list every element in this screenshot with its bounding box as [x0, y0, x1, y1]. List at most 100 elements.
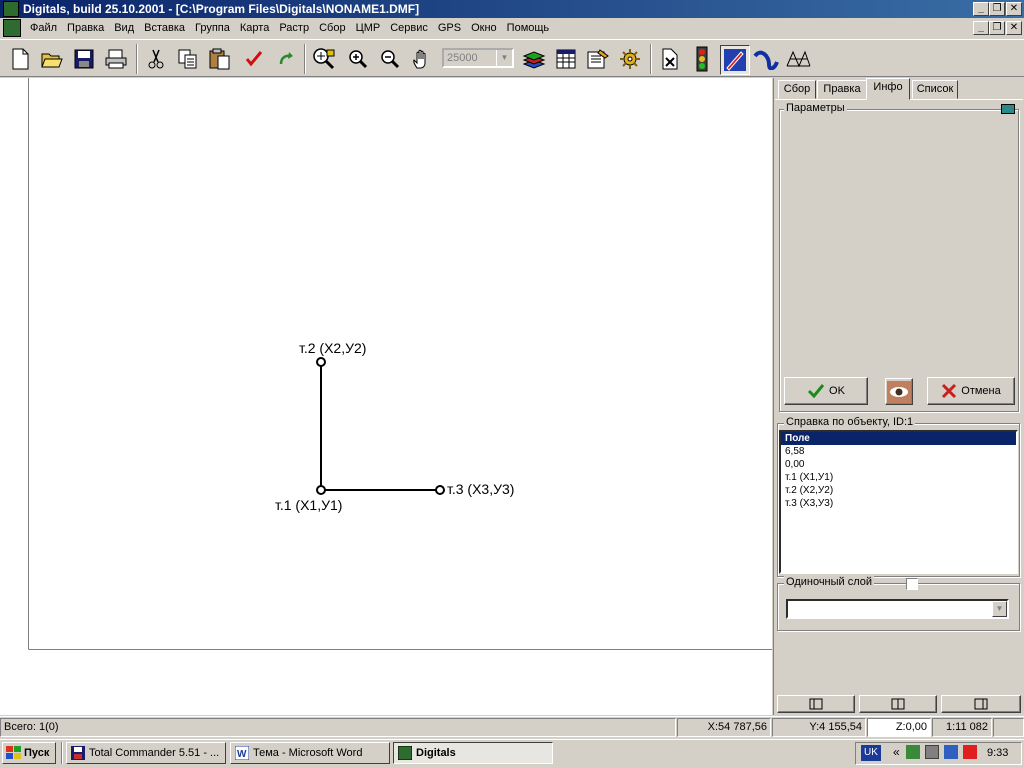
tray-monitor-icon[interactable] — [944, 745, 958, 759]
check-icon — [807, 384, 825, 399]
close-button[interactable]: ✕ — [1006, 2, 1022, 16]
redo-icon[interactable] — [272, 45, 300, 73]
list-item[interactable]: 0,00 — [781, 458, 1016, 471]
menu-file[interactable]: Файл — [25, 19, 62, 37]
eye-icon — [887, 380, 911, 403]
title-bar[interactable]: Digitals, build 25.10.2001 - [C:\Program… — [0, 0, 1024, 18]
tray-network-icon[interactable] — [906, 745, 920, 759]
mesh-icon[interactable] — [784, 45, 812, 73]
menu-service[interactable]: Сервис — [385, 19, 433, 37]
open-folder-icon[interactable] — [38, 45, 66, 73]
scale-select[interactable]: 25000 ▼ — [442, 48, 514, 68]
tab-collect[interactable]: Сбор — [778, 80, 816, 99]
list-item[interactable]: т.1 (X1,У1) — [781, 471, 1016, 484]
info-title: Справка по объекту, ID:1 — [784, 416, 916, 428]
traffic-light-icon[interactable] — [688, 45, 716, 73]
status-total: Всего: 1(0) — [0, 718, 676, 737]
task-label: Total Commander 5.51 - ... — [89, 747, 220, 759]
ok-button[interactable]: OK — [784, 377, 868, 405]
chevron-down-icon[interactable]: ▼ — [496, 50, 512, 66]
layout-right-button[interactable] — [941, 695, 1021, 713]
menu-view[interactable]: Вид — [109, 19, 139, 37]
vertex-p1[interactable] — [316, 485, 326, 495]
menu-edit[interactable]: Правка — [62, 19, 109, 37]
tray-antivirus-icon[interactable] — [963, 745, 977, 759]
menu-group[interactable]: Группа — [190, 19, 235, 37]
task-label: Digitals — [416, 747, 456, 759]
paste-icon[interactable] — [206, 45, 234, 73]
list-item[interactable]: т.3 (X3,У3) — [781, 497, 1016, 510]
scale-value: 25000 — [447, 52, 478, 64]
save-icon[interactable] — [70, 45, 98, 73]
cancel-x-icon — [942, 383, 957, 399]
calculator-icon[interactable] — [1001, 104, 1015, 114]
menu-gps[interactable]: GPS — [433, 19, 466, 37]
vertex-p3[interactable] — [435, 485, 445, 495]
cancel-button[interactable]: Отмена — [927, 377, 1015, 405]
list-item[interactable]: Поле — [781, 432, 1016, 445]
document-icon[interactable] — [3, 19, 21, 37]
new-file-icon[interactable] — [6, 45, 34, 73]
pan-hand-icon[interactable] — [408, 45, 436, 73]
start-button[interactable]: Пуск — [2, 742, 56, 764]
menu-raster[interactable]: Растр — [274, 19, 314, 37]
task-label: Тема - Microsoft Word — [253, 747, 363, 759]
map-frame — [28, 78, 772, 650]
layout-split-button[interactable] — [859, 695, 937, 713]
layers-icon[interactable] — [520, 45, 548, 73]
list-item[interactable]: т.2 (X2,У2) — [781, 484, 1016, 497]
object-info-list[interactable]: Поле 6,58 0,00 т.1 (X1,У1) т.2 (X2,У2) т… — [779, 430, 1018, 574]
polyline-object[interactable] — [320, 362, 440, 491]
doc-restore-button[interactable]: ❐ — [989, 21, 1005, 35]
tab-edit[interactable]: Правка — [817, 80, 867, 99]
list-item[interactable]: 6,58 — [781, 445, 1016, 458]
pen-tool-icon[interactable] — [720, 45, 750, 75]
chevron-down-icon[interactable]: ▼ — [992, 601, 1007, 617]
task-total-commander[interactable]: Total Commander 5.51 - ... — [66, 742, 226, 764]
zoom-out-icon[interactable] — [376, 45, 404, 73]
menu-map[interactable]: Карта — [235, 19, 274, 37]
single-layer-label: Одиночный слой — [784, 576, 875, 588]
taskbar-divider — [61, 742, 63, 764]
tray-expand-icon[interactable]: « — [893, 745, 900, 759]
settings-gear-icon[interactable] — [616, 45, 644, 73]
status-y: Y:4 155,54 — [772, 718, 866, 737]
delete-node-icon[interactable] — [656, 45, 684, 73]
doc-close-button[interactable]: ✕ — [1006, 21, 1022, 35]
minimize-button[interactable]: _ — [973, 2, 989, 16]
tray-speaker-icon[interactable] — [925, 745, 939, 759]
language-indicator[interactable]: UK — [861, 745, 881, 761]
label-p1: т.1 (X1,У1) — [275, 497, 342, 513]
app-icon[interactable] — [3, 1, 19, 17]
menu-collect[interactable]: Сбор — [314, 19, 350, 37]
restore-button[interactable]: ❐ — [989, 2, 1005, 16]
task-digitals[interactable]: Digitals — [393, 742, 553, 764]
eye-button[interactable] — [885, 378, 913, 405]
curve-icon[interactable] — [752, 45, 780, 73]
layer-select[interactable]: ▼ — [786, 599, 1009, 619]
map-canvas[interactable]: т.2 (X2,У2) т.1 (X1,У1) т.3 (X3,У3) — [0, 78, 772, 715]
start-label: Пуск — [24, 747, 50, 759]
zoom-window-icon[interactable] — [310, 45, 338, 73]
menu-window[interactable]: Окно — [466, 19, 502, 37]
layout-left-button[interactable] — [777, 695, 855, 713]
zoom-in-icon[interactable] — [344, 45, 372, 73]
menu-insert[interactable]: Вставка — [139, 19, 190, 37]
status-scale: 1:11 082 — [932, 718, 992, 737]
table-icon[interactable] — [552, 45, 580, 73]
properties-icon[interactable] — [584, 45, 612, 73]
vertex-p2[interactable] — [316, 357, 326, 367]
label-p3: т.3 (X3,У3) — [447, 481, 514, 497]
task-word[interactable]: W Тема - Microsoft Word — [230, 742, 390, 764]
tab-info[interactable]: Инфо — [866, 78, 910, 100]
menu-dem[interactable]: ЦМР — [351, 19, 386, 37]
copy-icon[interactable] — [174, 45, 202, 73]
checkmark-icon[interactable] — [240, 45, 268, 73]
single-layer-checkbox[interactable] — [906, 578, 918, 590]
menu-help[interactable]: Помощь — [502, 19, 555, 37]
cut-icon[interactable] — [142, 45, 170, 73]
panel-right-icon — [974, 698, 988, 710]
print-icon[interactable] — [102, 45, 130, 73]
doc-minimize-button[interactable]: _ — [973, 21, 989, 35]
tab-list[interactable]: Список — [912, 80, 958, 99]
